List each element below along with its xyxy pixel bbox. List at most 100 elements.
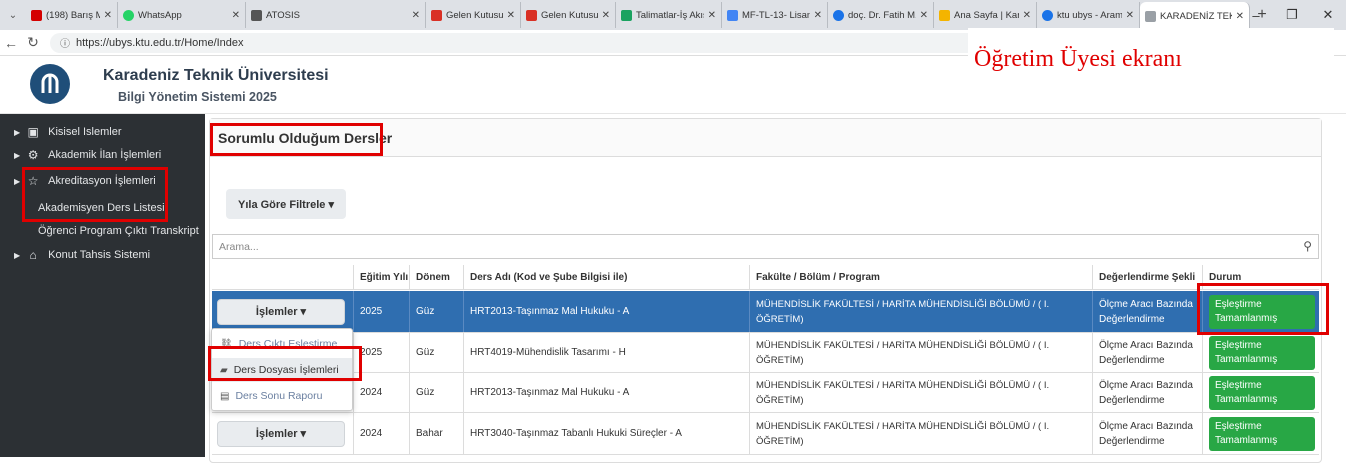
status-badge: Eşleştirme Tamamlanmış <box>1209 335 1315 370</box>
actions-cell: İşlemler ▾ <box>212 291 353 332</box>
actions-dropdown-menu: ⛓ Ders Çıktı Eşleştirme ▰ Ders Dosyası İşl… <box>211 328 353 411</box>
year-filter-button[interactable]: Yıla Göre Filtrele ▾ <box>226 189 346 219</box>
sidebar-item-akademik-ilan[interactable]: ▶ ⚙ Akademik İlan İşlemleri <box>0 144 161 166</box>
browser-tab[interactable]: WhatsApp ✕ <box>118 2 246 28</box>
minimize-icon[interactable]: – <box>1238 8 1274 23</box>
year-cell: 2025 <box>353 291 409 332</box>
column-header-term[interactable]: Dönem <box>409 265 463 290</box>
table-row[interactable]: İşlemler ▾ 2025 Güz HRT2013-Taşınmaz Mal… <box>212 291 1319 333</box>
faculty-cell: MÜHENDİSLİK FAKÜLTESİ / HARİTA MÜHENDİSL… <box>749 333 1092 372</box>
id-card-icon: ▣ <box>27 125 39 139</box>
file-icon: ▤ <box>220 390 230 402</box>
folder-open-icon: ▰ <box>220 364 228 376</box>
table-row[interactable]: 2024 Güz HRT2013-Taşınmaz Mal Hukuku - A… <box>212 373 1319 413</box>
status-cell: Eşleştirme Tamamlanmış <box>1202 373 1319 412</box>
actions-dropdown-button[interactable]: İşlemler ▾ <box>217 421 345 447</box>
main-panel: Sorumlu Olduğum Dersler Yıla Göre Filtre… <box>205 114 1346 463</box>
settings-icon: ⚙ <box>27 148 39 162</box>
course-cell: HRT2013-Taşınmaz Mal Hukuku - A <box>463 373 749 412</box>
close-tab-icon[interactable]: ✕ <box>1023 10 1031 21</box>
term-cell: Güz <box>409 291 463 332</box>
google-docs-icon <box>727 9 738 21</box>
browser-tab[interactable]: ATOSIS ✕ <box>246 2 426 28</box>
evaluation-cell: Ölçme Aracı Bazında Değerlendirme <box>1092 333 1202 372</box>
menu-item-ders-dosyasi-islemleri[interactable]: ▰ Ders Dosyası İşlemleri <box>212 358 352 382</box>
university-logo[interactable] <box>30 64 70 104</box>
sidebar-item-kisisel-islemler[interactable]: ▶ ▣ Kisisel Islemler <box>0 121 122 143</box>
page-icon <box>1145 10 1156 22</box>
sidebar-item-akademisyen-ders-listesi[interactable]: Akademisyen Ders Listesi <box>38 197 165 219</box>
term-cell: Güz <box>409 373 463 412</box>
status-cell: Eşleştirme Tamamlanmış <box>1202 413 1319 454</box>
close-tab-icon[interactable]: ✕ <box>602 10 610 21</box>
menu-item-ders-sonu-raporu[interactable]: ▤ Ders Sonu Raporu <box>212 384 352 408</box>
whatsapp-icon <box>123 9 134 21</box>
site-icon <box>939 9 950 21</box>
sidebar-item-akreditasyon[interactable]: ▶ ☆ Akreditasyon İşlemleri <box>0 170 156 192</box>
browser-tab-bar: ⌄ (198) Barış M ✕ WhatsApp ✕ ATOSIS ✕ Gelen… <box>0 0 1346 30</box>
maximize-icon[interactable]: ❐ <box>1274 7 1310 23</box>
browser-tab-active[interactable]: KARADENİZ TEKN✕ <box>1140 2 1250 30</box>
close-tab-icon[interactable]: ✕ <box>232 10 240 21</box>
close-tab-icon[interactable]: ✕ <box>104 10 112 21</box>
status-cell: Eşleştirme Tamamlanmış <box>1202 291 1319 332</box>
close-tab-icon[interactable]: ✕ <box>920 10 928 21</box>
search-input[interactable]: Arama... ⚲ <box>212 234 1319 259</box>
status-badge: Eşleştirme Tamamlanmış <box>1209 416 1315 451</box>
search-icon <box>833 9 844 21</box>
youtube-icon <box>31 9 42 21</box>
reload-icon[interactable]: ↻ <box>22 34 44 51</box>
faculty-cell: MÜHENDİSLİK FAKÜLTESİ / HARİTA MÜHENDİSL… <box>749 291 1092 332</box>
url-field[interactable]: ⓘ https://ubys.ktu.edu.tr/Home/Index <box>50 32 1000 53</box>
university-name: Karadeniz Teknik Üniversitesi <box>103 67 329 84</box>
status-badge: Eşleştirme Tamamlanmış <box>1209 294 1315 329</box>
table-row[interactable]: İşlemler ▾ 2024 Bahar HRT3040-Taşınmaz T… <box>212 413 1319 455</box>
sidebar-item-ogrenci-program-cikti[interactable]: Öğrenci Program Çıktı Transkript <box>38 220 205 242</box>
year-cell: 2025 <box>353 333 409 372</box>
browser-tab[interactable]: MF-TL-13- Lisans ✕ <box>722 2 828 28</box>
back-arrow-icon[interactable]: ← <box>0 35 22 51</box>
gmail-icon <box>431 9 442 21</box>
close-tab-icon[interactable]: ✕ <box>507 10 515 21</box>
menu-item-ders-cikti-eslestirme[interactable]: ⛓ Ders Çıktı Eşleştirme <box>212 332 352 356</box>
browser-tab[interactable]: (198) Barış M ✕ <box>26 2 118 28</box>
close-tab-icon[interactable]: ✕ <box>814 10 822 21</box>
table-header: Eğitim Yılı Dönem Ders Adı (Kod ve Şube … <box>212 265 1319 290</box>
close-window-icon[interactable]: ✕ <box>1310 7 1346 23</box>
caret-right-icon: ▶ <box>14 127 21 137</box>
sidebar: ▶ ▣ Kisisel Islemler ▶ ⚙ Akademik İlan İşlem… <box>0 114 205 457</box>
close-tab-icon[interactable]: ✕ <box>708 10 716 21</box>
page-title: Sorumlu Olduğum Dersler <box>210 119 1321 157</box>
column-header-faculty[interactable]: Fakülte / Bölüm / Program <box>749 265 1092 290</box>
close-tab-icon[interactable]: ✕ <box>412 10 420 21</box>
evaluation-cell: Ölçme Aracı Bazında Değerlendirme <box>1092 291 1202 332</box>
browser-tab[interactable]: Talimatlar-İş Akış ✕ <box>616 2 722 28</box>
gmail-icon <box>526 9 537 21</box>
search-icon <box>1042 9 1053 21</box>
actions-dropdown-button[interactable]: İşlemler ▾ <box>217 299 345 325</box>
search-icon[interactable]: ⚲ <box>1303 239 1312 253</box>
table-row[interactable]: 2025 Güz HRT4019-Mühendislik Tasarımı - … <box>212 333 1319 373</box>
browser-tab[interactable]: ktu ubys - Arama ✕ <box>1037 2 1140 28</box>
google-drive-icon <box>621 9 632 21</box>
actions-cell: İşlemler ▾ <box>212 413 353 454</box>
browser-tab[interactable]: Gelen Kutusu - tu✕ <box>426 2 521 28</box>
caret-right-icon: ▶ <box>14 250 21 260</box>
sidebar-item-konut-tahsis[interactable]: ▶ ⌂ Konut Tahsis Sistemi <box>0 244 150 266</box>
atosis-icon <box>251 9 262 21</box>
column-header-course[interactable]: Ders Adı (Kod ve Şube Bilgisi ile) <box>463 265 749 290</box>
courses-card: Sorumlu Olduğum Dersler Yıla Göre Filtre… <box>209 118 1322 463</box>
browser-tab[interactable]: Gelen Kutusu - ys✕ <box>521 2 616 28</box>
column-header-year[interactable]: Eğitim Yılı <box>353 265 409 290</box>
evaluation-cell: Ölçme Aracı Bazında Değerlendirme <box>1092 373 1202 412</box>
faculty-cell: MÜHENDİSLİK FAKÜLTESİ / HARİTA MÜHENDİSL… <box>749 413 1092 454</box>
browser-tab[interactable]: Ana Sayfa | Karad✕ <box>934 2 1037 28</box>
site-info-icon[interactable]: ⓘ <box>60 35 70 50</box>
column-header-evaluation[interactable]: Değerlendirme Şekli <box>1092 265 1202 290</box>
window-controls: – ❐ ✕ <box>1238 0 1346 30</box>
browser-tab[interactable]: doç. Dr. Fatih M. ✕ <box>828 2 934 28</box>
column-header-status[interactable]: Durum <box>1202 265 1319 290</box>
tab-search-chevron-icon[interactable]: ⌄ <box>0 10 26 21</box>
caret-right-icon: ▶ <box>14 176 21 186</box>
close-tab-icon[interactable]: ✕ <box>1126 10 1134 21</box>
